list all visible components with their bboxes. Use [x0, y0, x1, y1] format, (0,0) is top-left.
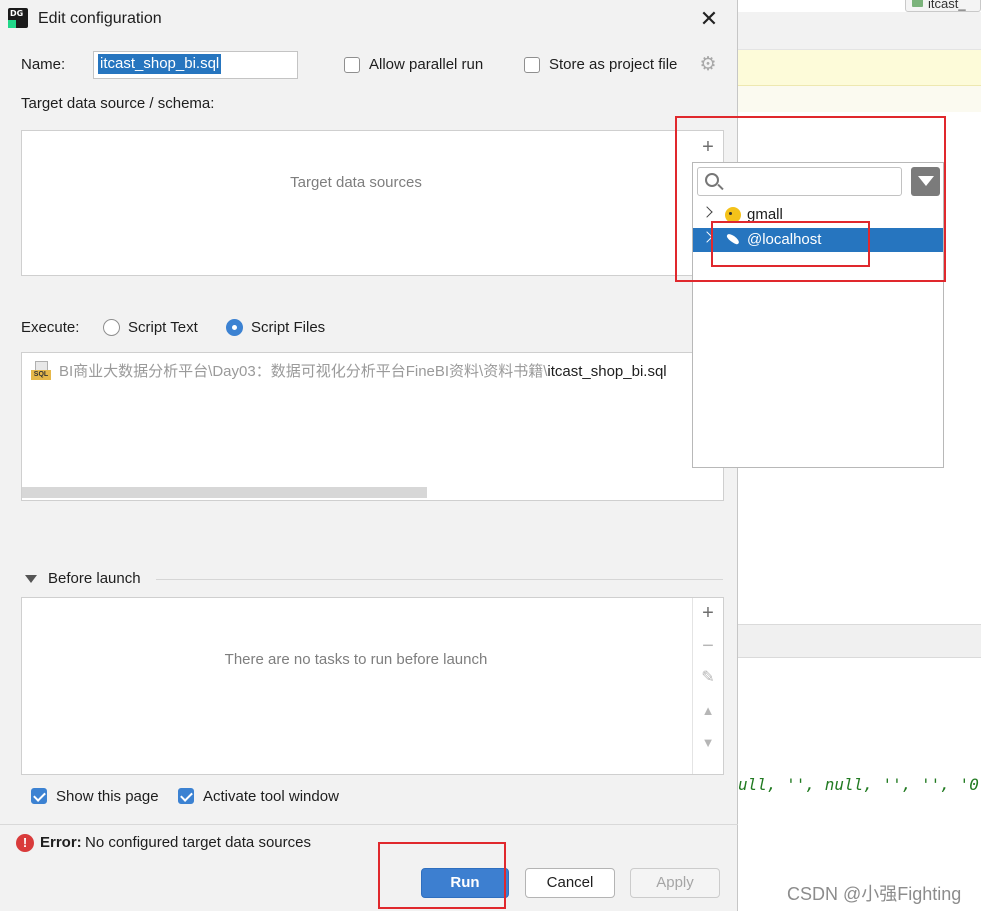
- section-divider: [156, 579, 723, 580]
- gear-icon[interactable]: ⚙: [698, 55, 718, 75]
- watermark: CSDN @小强Fighting: [787, 884, 962, 904]
- show-this-page-checkbox[interactable]: [31, 788, 47, 804]
- annotation-box-run: [378, 842, 506, 909]
- remove-task-icon[interactable]: −: [695, 635, 721, 657]
- datagrip-app-icon: DG: [8, 8, 28, 28]
- target-data-sources-placeholder: Target data sources: [290, 174, 422, 191]
- add-task-icon[interactable]: +: [695, 602, 721, 624]
- script-file-name: itcast_shop_bi.sql: [547, 363, 667, 380]
- close-icon[interactable]: ✕: [698, 8, 720, 30]
- store-as-project-file-label: Store as project file: [549, 56, 678, 73]
- dialog-title: Edit configuration: [38, 10, 162, 27]
- move-up-icon[interactable]: ▲: [695, 700, 721, 722]
- script-file-dir: BI商业大数据分析平台\Day03：数据可视化分析平台FineBI资料\资料书籍…: [59, 363, 548, 380]
- target-data-source-label: Target data source / schema:: [21, 95, 215, 112]
- script-text-label: Script Text: [128, 319, 198, 336]
- show-this-page-label: Show this page: [56, 788, 159, 805]
- activate-tool-window-label: Activate tool window: [203, 788, 339, 805]
- move-down-icon[interactable]: ▼: [695, 732, 721, 754]
- background-code-line: ull, '', null, '', '', '0: [738, 775, 979, 794]
- before-launch-task-list[interactable]: [21, 597, 724, 775]
- background-tab-label: itcast_: [928, 0, 966, 11]
- target-data-sources-list[interactable]: [21, 130, 724, 276]
- name-field-value: itcast_shop_bi.sql: [98, 54, 222, 74]
- allow-parallel-run-label: Allow parallel run: [369, 56, 484, 73]
- error-prefix: Error:: [40, 834, 82, 851]
- background-toolbar: [738, 12, 981, 50]
- name-label: Name:: [21, 56, 66, 73]
- before-launch-placeholder: There are no tasks to run before launch: [224, 651, 488, 668]
- footer-divider: [0, 824, 738, 825]
- script-file-path[interactable]: BI商业大数据分析平台\Day03：数据可视化分析平台FineBI资料\资料书籍…: [59, 360, 689, 381]
- annotation-box-localhost: [711, 221, 870, 267]
- script-files-radio[interactable]: [226, 319, 243, 336]
- name-field[interactable]: itcast_shop_bi.sql: [93, 51, 298, 79]
- activate-tool-window-checkbox[interactable]: [178, 788, 194, 804]
- chevron-down-icon[interactable]: [25, 575, 37, 583]
- cancel-button[interactable]: Cancel: [525, 868, 615, 898]
- file-icon: [912, 0, 923, 7]
- edit-task-icon[interactable]: ✎: [695, 667, 721, 689]
- before-launch-label[interactable]: Before launch: [48, 570, 141, 587]
- script-text-radio[interactable]: [103, 319, 120, 336]
- horizontal-scrollbar[interactable]: [22, 487, 427, 498]
- script-files-label: Script Files: [251, 319, 326, 336]
- store-as-project-file-checkbox[interactable]: [524, 57, 540, 73]
- background-band: [738, 86, 981, 112]
- sql-file-icon: SQL: [31, 361, 51, 380]
- allow-parallel-run-checkbox[interactable]: [344, 57, 360, 73]
- toolbar-separator: [692, 598, 693, 774]
- background-notification-bar: [738, 50, 981, 86]
- error-message: No configured target data sources: [85, 834, 311, 851]
- background-panel-divider: [738, 624, 981, 658]
- execute-label: Execute:: [21, 319, 80, 336]
- error-icon: !: [16, 834, 34, 852]
- apply-button[interactable]: Apply: [630, 868, 720, 898]
- background-editor-tab[interactable]: itcast_: [905, 0, 981, 12]
